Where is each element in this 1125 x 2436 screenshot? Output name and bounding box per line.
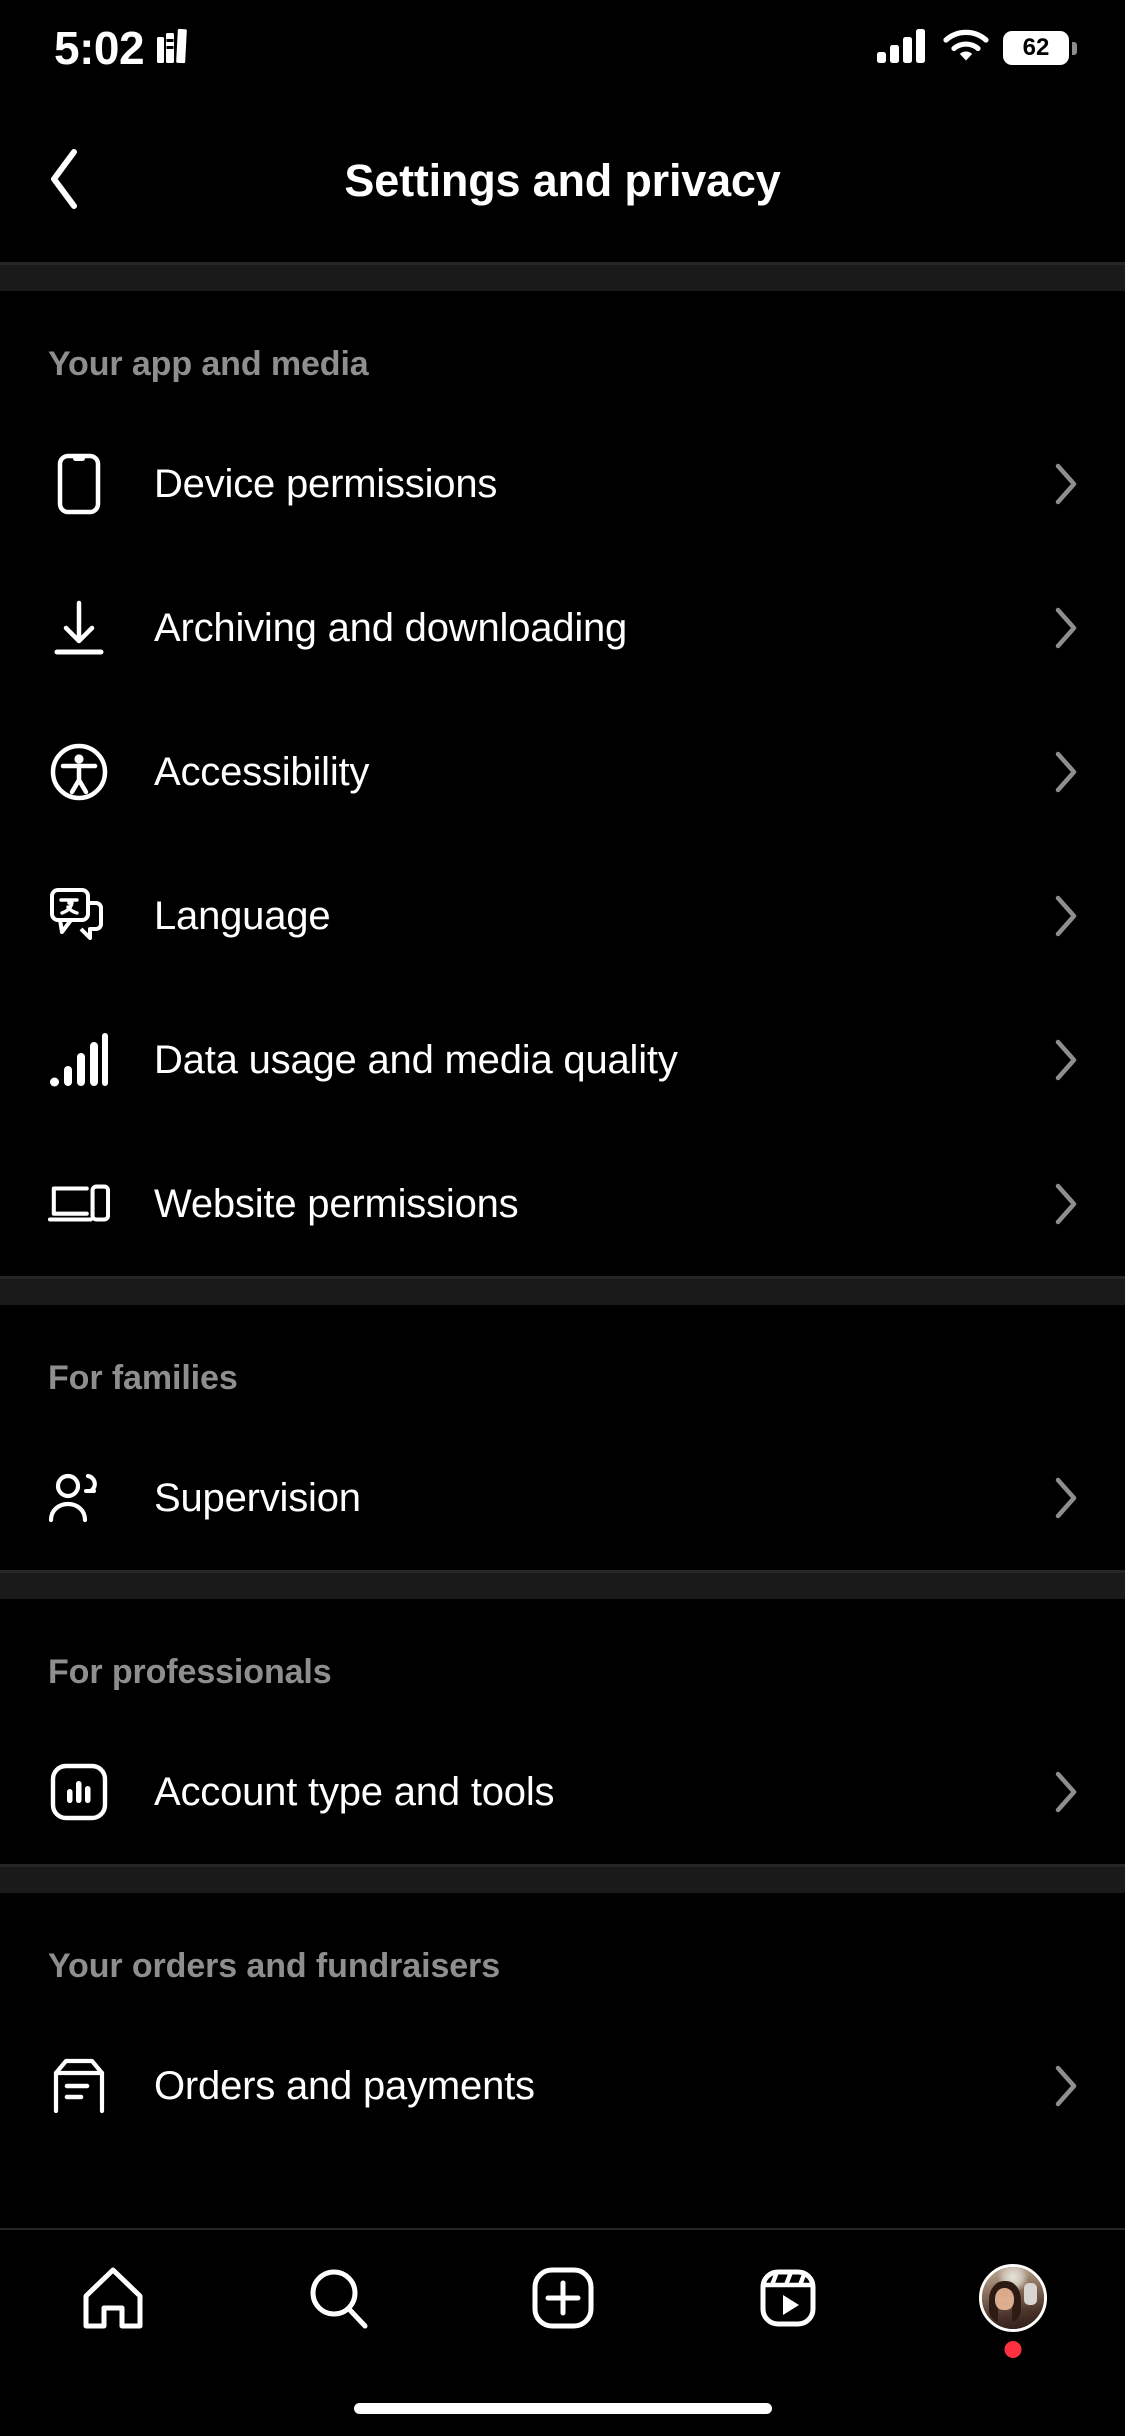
- header-band: [0, 265, 1125, 291]
- section-for-families: For families Supervision: [0, 1305, 1125, 1570]
- list-item-supervision[interactable]: Supervision: [0, 1426, 1125, 1570]
- navigation-header: Settings and privacy: [0, 96, 1125, 266]
- reels-icon: [754, 2264, 822, 2337]
- list-item-language[interactable]: Language: [0, 844, 1125, 988]
- section-header: For professionals: [48, 1653, 332, 1691]
- search-icon: [304, 2264, 372, 2337]
- devices-icon: [48, 1173, 110, 1235]
- list-item-website-permissions[interactable]: Website permissions: [0, 1132, 1125, 1276]
- battery-level: 62: [1022, 34, 1050, 61]
- status-bar-time: 5:02: [54, 22, 145, 74]
- list-item-label: Website permissions: [154, 1181, 519, 1226]
- books-icon: [156, 27, 192, 70]
- chevron-right-icon: [1049, 1771, 1083, 1813]
- list-item-label: Data usage and media quality: [154, 1037, 678, 1082]
- chevron-right-icon: [1049, 1477, 1083, 1519]
- section-your-orders-and-fundraisers: Your orders and fundraisers Orders and p…: [0, 1893, 1125, 2158]
- bar-chart-square-icon: [48, 1761, 110, 1823]
- chevron-right-icon: [1049, 2065, 1083, 2107]
- page-title: Settings and privacy: [344, 155, 781, 206]
- section-header: Your orders and fundraisers: [48, 1947, 501, 1985]
- list-item-label: Language: [154, 893, 331, 938]
- list-item-label: Account type and tools: [154, 1769, 555, 1814]
- list-item-device-permissions[interactable]: Device permissions: [0, 412, 1125, 556]
- translate-icon: [48, 885, 110, 947]
- notification-dot: [1004, 2341, 1021, 2358]
- list-item-label: Device permissions: [154, 461, 498, 506]
- list-item-archiving-and-downloading[interactable]: Archiving and downloading: [0, 556, 1125, 700]
- chevron-left-icon: [46, 147, 84, 216]
- cellular-signal-icon: [877, 28, 929, 69]
- signal-bars-icon: [48, 1029, 110, 1091]
- list-item-label: Orders and payments: [154, 2063, 535, 2108]
- chevron-right-icon: [1049, 1183, 1083, 1225]
- status-bar-right: 62: [877, 28, 1077, 69]
- section-header: For families: [48, 1359, 238, 1397]
- tab-search[interactable]: [225, 2264, 450, 2337]
- chevron-right-icon: [1049, 751, 1083, 793]
- phone-icon: [48, 453, 110, 515]
- list-item-data-usage-and-media-quality[interactable]: Data usage and media quality: [0, 988, 1125, 1132]
- people-icon: [48, 1467, 110, 1529]
- section-your-app-and-media: Your app and media Device permissions Ar…: [0, 291, 1125, 1276]
- avatar-phone: [1024, 2283, 1037, 2306]
- section-divider-band: [0, 1279, 1125, 1305]
- download-icon: [48, 597, 110, 659]
- section-for-professionals: For professionals Account type and tools: [0, 1599, 1125, 1864]
- section-divider-band: [0, 1867, 1125, 1893]
- package-icon: [48, 2055, 110, 2117]
- list-item-label: Supervision: [154, 1475, 361, 1520]
- tab-home[interactable]: [0, 2264, 225, 2337]
- list-item-label: Accessibility: [154, 749, 370, 794]
- tab-profile[interactable]: [900, 2264, 1125, 2358]
- avatar: [978, 2264, 1047, 2332]
- avatar-wrapper: [978, 2264, 1047, 2358]
- chevron-right-icon: [1049, 895, 1083, 937]
- chevron-right-icon: [1049, 463, 1083, 505]
- tab-reels[interactable]: [675, 2264, 900, 2337]
- chevron-right-icon: [1049, 1039, 1083, 1081]
- tab-create[interactable]: [450, 2264, 675, 2337]
- battery-icon: 62: [1003, 31, 1077, 65]
- chevron-right-icon: [1049, 607, 1083, 649]
- home-icon: [79, 2264, 147, 2337]
- avatar-face: [995, 2288, 1014, 2311]
- section-header: Your app and media: [48, 345, 369, 383]
- settings-list: Your app and media Device permissions Ar…: [0, 291, 1125, 2436]
- status-bar-left: 5:02: [54, 25, 192, 71]
- list-item-accessibility[interactable]: Accessibility: [0, 700, 1125, 844]
- list-item-label: Archiving and downloading: [154, 605, 628, 650]
- plus-square-icon: [529, 2264, 597, 2337]
- list-item-account-type-and-tools[interactable]: Account type and tools: [0, 1720, 1125, 1864]
- home-indicator: [353, 2403, 772, 2414]
- back-button[interactable]: [0, 96, 130, 266]
- status-bar: 5:02 62: [0, 0, 1125, 96]
- wifi-icon: [943, 29, 989, 68]
- section-divider-band: [0, 1573, 1125, 1599]
- list-item-orders-and-payments[interactable]: Orders and payments: [0, 2014, 1125, 2158]
- accessibility-icon: [48, 741, 110, 803]
- settings-and-privacy-screen: 5:02 62 Settings and privacy Your app an…: [0, 0, 1125, 2436]
